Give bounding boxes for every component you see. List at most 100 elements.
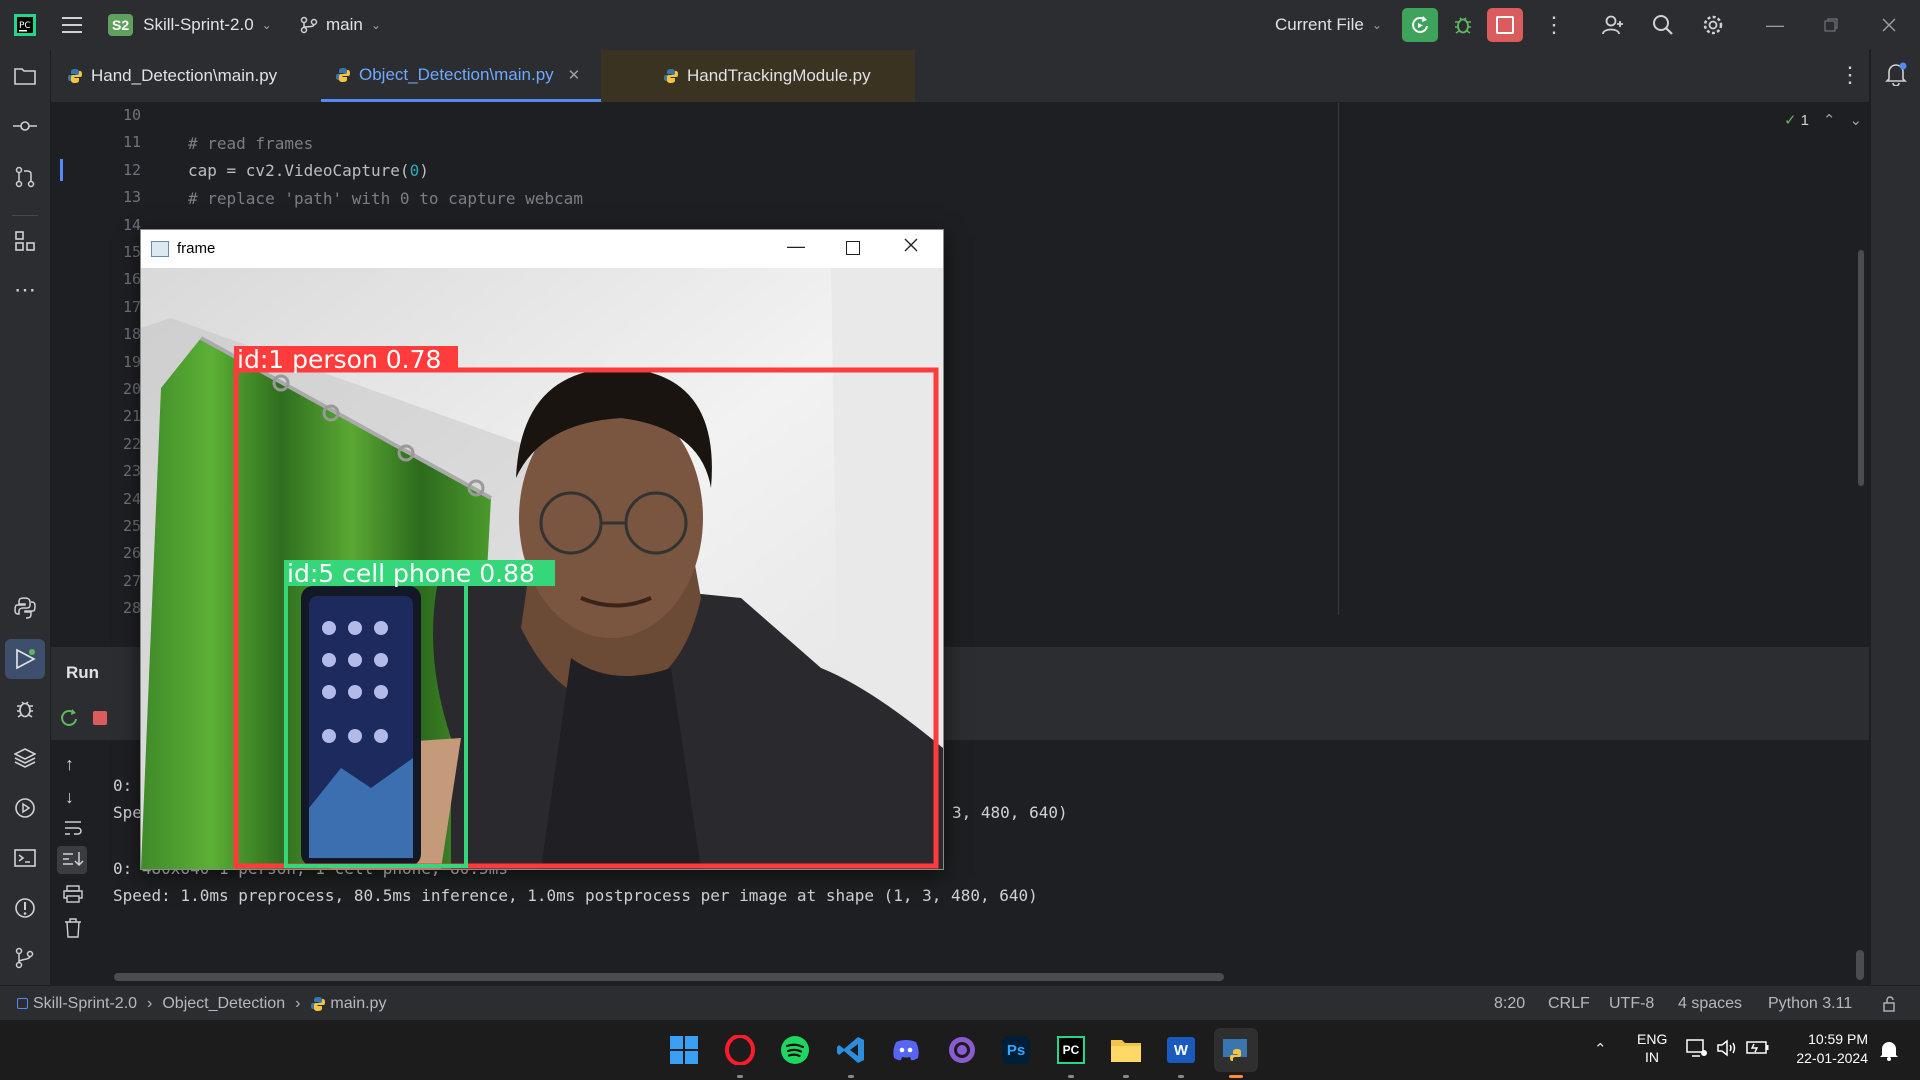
run-config-selector[interactable]: Current File ⌄ <box>1275 0 1382 50</box>
photoshop-label: Ps <box>1002 1036 1030 1064</box>
commit-icon[interactable] <box>11 112 39 140</box>
status-bar: Skill-Sprint-2.0 › Object_Detection › ma… <box>0 985 1920 1021</box>
minimize-icon[interactable]: — <box>787 236 805 257</box>
debug-tool-icon[interactable] <box>11 695 39 723</box>
git-branch-icon <box>300 16 318 34</box>
spotify-icon[interactable] <box>773 1028 817 1072</box>
region-code: IN <box>1645 1049 1659 1065</box>
close-icon[interactable] <box>1882 0 1896 50</box>
chevron-up-icon[interactable]: ⌃ <box>1594 1040 1607 1058</box>
python-console-icon[interactable] <box>11 594 39 622</box>
scroll-to-end-icon[interactable] <box>57 846 87 874</box>
frame-title-bar[interactable]: frame — <box>141 230 943 268</box>
indent-setting[interactable]: 4 spaces <box>1678 986 1742 1021</box>
file-encoding[interactable]: UTF-8 <box>1609 986 1654 1021</box>
project-switcher[interactable]: S2 Skill-Sprint-2.0 ⌄ <box>108 0 272 50</box>
branch-switcher[interactable]: main ⌄ <box>300 0 381 50</box>
git-icon[interactable] <box>11 944 39 972</box>
stop-small-icon[interactable] <box>93 711 107 725</box>
language-indicator[interactable]: ENG IN <box>1637 1030 1667 1066</box>
project-folder-icon[interactable] <box>11 62 39 90</box>
windows-start-icon[interactable] <box>662 1028 706 1072</box>
minimize-icon[interactable]: — <box>1766 0 1784 50</box>
more-actions-icon[interactable]: ⋮ <box>1543 0 1565 50</box>
module-icon <box>17 998 28 1009</box>
frame-title: frame <box>177 240 216 257</box>
phone-label: id:5 cell phone 0.88 <box>287 559 535 588</box>
tab-close-icon[interactable]: ✕ <box>568 66 581 84</box>
debug-button[interactable] <box>1452 0 1474 50</box>
inspection-count: 1 <box>1800 111 1809 129</box>
console-side-toolbar: ↑ ↓ <box>51 740 101 985</box>
svg-text:PC: PC <box>19 21 31 31</box>
rerun-small-icon[interactable] <box>59 708 79 733</box>
structure-icon[interactable] <box>11 227 39 255</box>
breadcrumb-item[interactable]: main.py <box>330 995 386 1013</box>
breadcrumb-item[interactable]: Skill-Sprint-2.0 <box>33 995 137 1013</box>
network-icon[interactable] <box>1686 1038 1708 1063</box>
checkmark-icon: ✓ <box>1784 112 1797 129</box>
notification-center-icon[interactable] <box>1878 1039 1900 1066</box>
settings-gear-icon[interactable] <box>1702 0 1724 50</box>
editor-scrollbar[interactable] <box>1858 250 1864 486</box>
line-number: 14 <box>122 215 141 234</box>
pycharm-logo-icon[interactable]: PC <box>14 0 36 50</box>
arrow-down-icon[interactable]: ↓ <box>65 787 74 808</box>
battery-icon[interactable] <box>1746 1040 1770 1061</box>
more-tools-icon[interactable]: ⋯ <box>11 276 39 304</box>
print-icon[interactable] <box>63 885 83 908</box>
arrow-up-icon[interactable]: ↑ <box>65 754 74 775</box>
word-icon[interactable]: W <box>1159 1028 1203 1078</box>
problems-icon[interactable] <box>11 894 39 922</box>
maximize-icon[interactable] <box>846 241 860 255</box>
notifications-bell-icon[interactable] <box>1884 62 1908 91</box>
discord-icon[interactable] <box>884 1028 928 1072</box>
python-interpreter[interactable]: Python 3.11 <box>1768 986 1852 1021</box>
search-icon[interactable] <box>1652 0 1674 50</box>
file-explorer-icon[interactable] <box>1104 1028 1148 1078</box>
line-separator[interactable]: CRLF <box>1548 986 1590 1021</box>
volume-icon[interactable] <box>1716 1038 1738 1063</box>
caret-position[interactable]: 8:20 <box>1494 986 1525 1021</box>
tab-handtrackingmodule[interactable]: HandTrackingModule.py <box>601 50 915 102</box>
console-horizontal-scrollbar[interactable] <box>114 973 1224 981</box>
code-line-11: # read frames <box>188 134 314 153</box>
opencv-frame-window[interactable]: frame — id:1 person 0.78 id:5 cell phone… <box>140 229 944 870</box>
python-taskbar-icon[interactable] <box>1214 1028 1258 1078</box>
chevron-down-icon[interactable]: ⌄ <box>1850 111 1863 129</box>
console-vertical-scrollbar[interactable] <box>1856 950 1864 980</box>
tab-object-detection-main[interactable]: Object_Detection\main.py ✕ <box>321 50 649 102</box>
services-icon[interactable] <box>11 794 39 822</box>
chevron-down-icon: ⌄ <box>370 18 381 32</box>
rerun-button[interactable] <box>1402 0 1438 50</box>
tab-hand-detection-main[interactable]: Hand_Detection\main.py <box>67 50 312 102</box>
pull-requests-icon[interactable] <box>11 163 39 191</box>
main-menu-icon[interactable] <box>62 0 84 50</box>
lock-icon[interactable] <box>1882 986 1898 1021</box>
close-icon[interactable] <box>903 237 919 257</box>
github-desktop-icon[interactable] <box>940 1028 984 1072</box>
run-tool-icon[interactable] <box>11 645 39 673</box>
inspection-widget[interactable]: ✓ 1 ⌃ ⌄ <box>1784 111 1863 130</box>
opera-icon[interactable] <box>718 1028 762 1078</box>
breadcrumb-item[interactable]: Object_Detection <box>162 995 285 1013</box>
layers-icon[interactable] <box>11 744 39 772</box>
pycharm-taskbar-icon[interactable]: PC <box>1049 1028 1093 1078</box>
tab-options-icon[interactable]: ⋮ <box>1839 62 1861 88</box>
trash-icon[interactable] <box>64 918 82 943</box>
line-number: 25 <box>122 517 141 535</box>
code-with-me-icon[interactable] <box>1601 0 1625 50</box>
vscode-icon[interactable] <box>829 1028 873 1078</box>
change-marker <box>60 159 63 181</box>
run-tab-title[interactable]: Run <box>66 647 99 699</box>
chevron-up-icon[interactable]: ⌃ <box>1823 111 1836 129</box>
stop-button[interactable] <box>1487 0 1523 50</box>
line-number: 21 <box>122 407 141 426</box>
word-label: W <box>1167 1037 1195 1063</box>
terminal-icon[interactable] <box>11 844 39 872</box>
breadcrumb: Skill-Sprint-2.0 › Object_Detection › ma… <box>17 986 386 1021</box>
soft-wrap-icon[interactable] <box>63 820 83 841</box>
restore-icon[interactable] <box>1824 0 1838 50</box>
photoshop-icon[interactable]: Ps <box>994 1028 1038 1072</box>
clock[interactable]: 10:59 PM 22-01-2024 <box>1784 1030 1868 1068</box>
